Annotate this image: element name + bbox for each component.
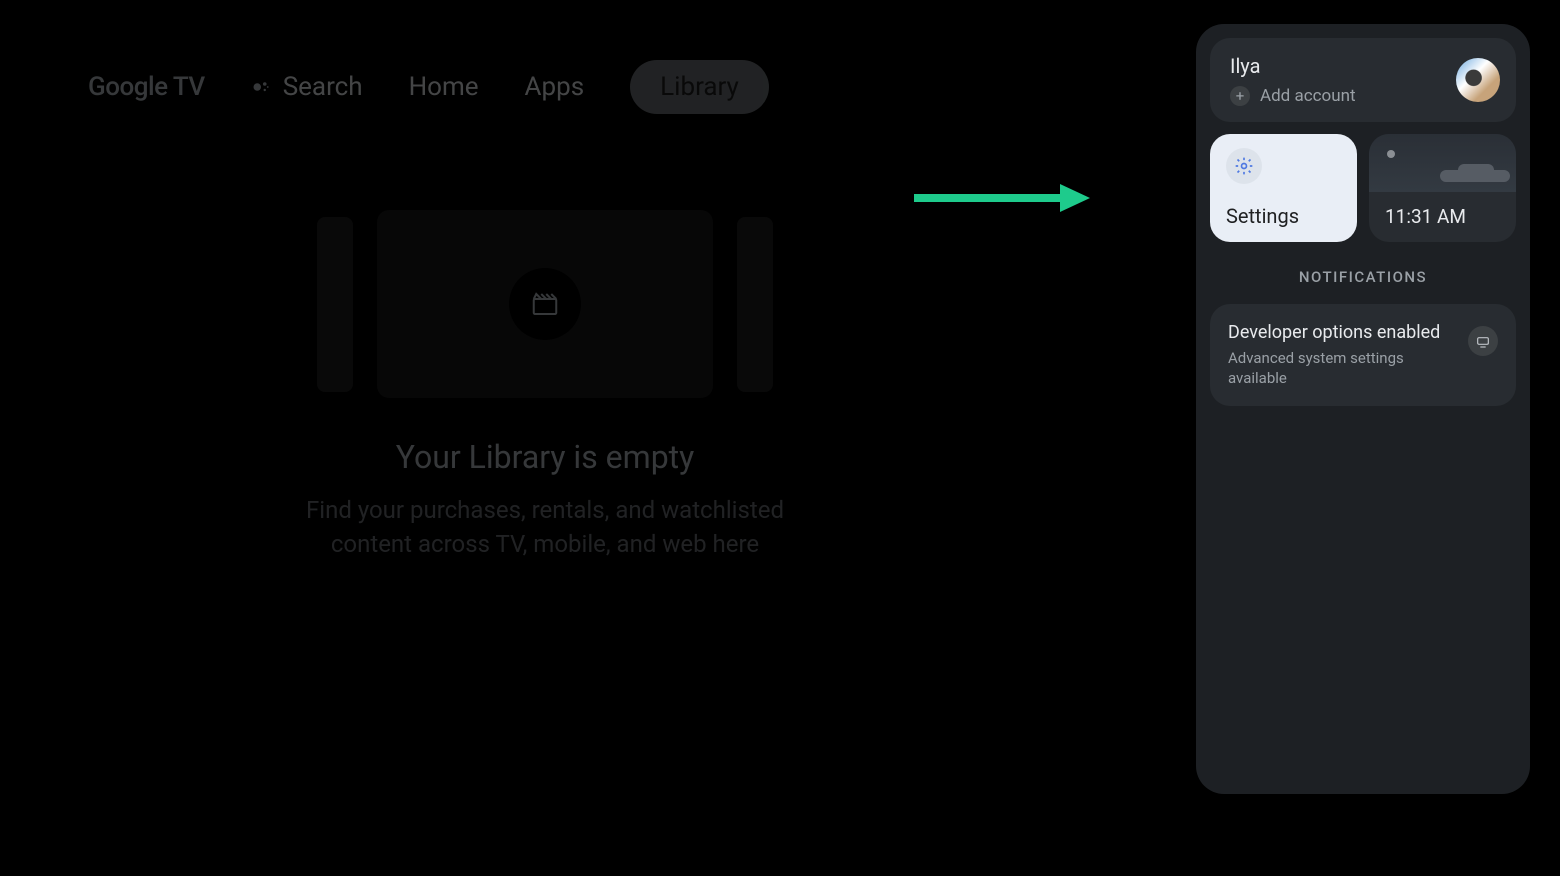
notification-card[interactable]: Developer options enabled Advanced syste… <box>1210 304 1516 406</box>
nav-library[interactable]: Library <box>630 60 769 114</box>
settings-tile[interactable]: Settings <box>1210 134 1357 242</box>
nav-search-label: Search <box>283 72 363 102</box>
account-card[interactable]: Ilya + Add account <box>1210 38 1516 122</box>
nav-home-label: Home <box>409 72 479 102</box>
placeholder-card-left <box>317 217 353 392</box>
clock-time: 11:31 AM <box>1385 205 1500 228</box>
weather-sky <box>1369 134 1516 192</box>
quick-tile-row: Settings 11:31 AM <box>1210 134 1516 242</box>
nav-home[interactable]: Home <box>409 72 479 102</box>
clapperboard-icon <box>509 268 581 340</box>
quick-settings-panel: Ilya + Add account Settings 11:31 <box>1196 24 1530 794</box>
nav-library-label: Library <box>660 72 739 102</box>
nav-apps[interactable]: Apps <box>525 72 585 102</box>
google-tv-logo: Google TV <box>88 72 205 102</box>
notification-subtitle: Advanced system settings available <box>1228 349 1456 388</box>
empty-library-subtitle: Find your purchases, rentals, and watchl… <box>285 494 805 561</box>
empty-library-title: Your Library is empty <box>396 438 695 476</box>
moon-icon <box>1387 150 1395 158</box>
plus-icon: + <box>1230 86 1250 106</box>
placeholder-card-main <box>377 210 713 398</box>
gear-icon <box>1226 148 1262 184</box>
library-empty-state: Your Library is empty Find your purchase… <box>0 210 1090 561</box>
assistant-icon <box>251 77 271 97</box>
placeholder-card-right <box>737 217 773 392</box>
cloud-icon <box>1440 170 1510 182</box>
notification-title: Developer options enabled <box>1228 322 1456 343</box>
top-nav: Google TV Search Home Apps Library <box>88 60 769 114</box>
weather-time-tile[interactable]: 11:31 AM <box>1369 134 1516 242</box>
avatar[interactable] <box>1456 58 1500 102</box>
placeholder-card-row <box>317 210 773 398</box>
notifications-header: NOTIFICATIONS <box>1210 268 1516 286</box>
dev-options-icon <box>1468 326 1498 356</box>
settings-label: Settings <box>1226 204 1341 228</box>
add-account-label: Add account <box>1260 86 1356 106</box>
account-name: Ilya <box>1230 54 1356 78</box>
nav-search[interactable]: Search <box>251 72 363 102</box>
add-account-button[interactable]: + Add account <box>1230 86 1356 106</box>
nav-apps-label: Apps <box>525 72 585 102</box>
